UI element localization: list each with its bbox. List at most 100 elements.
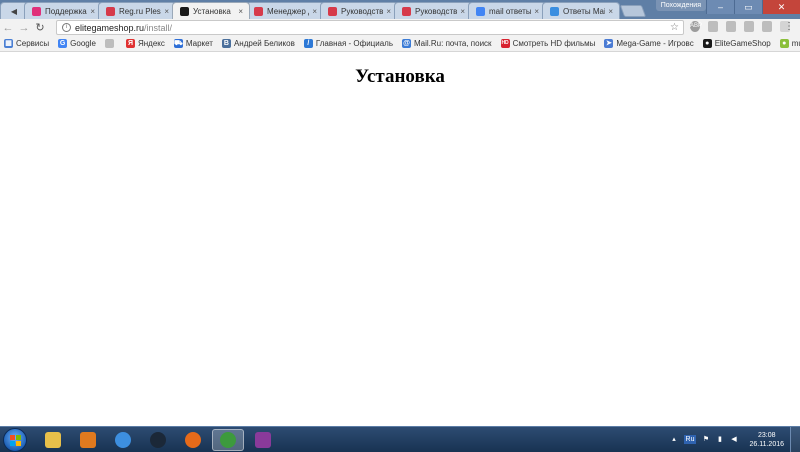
bookmark-star-icon[interactable]: ☆	[670, 21, 679, 34]
tab-close-icon[interactable]: ×	[312, 7, 317, 16]
menu-icon[interactable]: ⋮	[784, 21, 794, 33]
bookmark-label: Mail.Ru: почта, поиск	[414, 39, 492, 48]
tab-label: Ответы Mail	[563, 6, 606, 16]
tab-label: mail ответы	[489, 6, 532, 16]
extension-icon-4[interactable]	[762, 21, 772, 32]
start-button[interactable]	[3, 428, 27, 452]
extension-icon-3[interactable]	[744, 21, 754, 32]
bookmark-7[interactable]: / Главная - Официаль	[303, 39, 393, 48]
bookmark-9[interactable]: HD Смотреть HD фильмы	[500, 39, 595, 48]
market-cart-icon: ⛟	[173, 39, 183, 48]
tab-2[interactable]: Reg.ru Plesk ×	[98, 2, 176, 19]
bookmark-label: Google	[70, 39, 96, 48]
back-arrow-icon: ◀	[10, 6, 18, 16]
url-domain: elitegameshop.ru	[75, 22, 145, 33]
system-tray: ▴ Ru ⚑ ▮ ◀ 23:08 26.11.2016	[670, 427, 800, 452]
taskbar-chrome[interactable]	[212, 429, 244, 451]
megagame-icon: ➤	[604, 39, 614, 48]
tab-close-icon[interactable]: ×	[238, 7, 243, 16]
regru-icon	[254, 6, 263, 16]
maximize-button[interactable]: ▭	[734, 0, 762, 14]
elitegameshop-icon: ●	[702, 39, 712, 48]
bookmark-12[interactable]: ●mulakasakks	[779, 39, 800, 48]
flag-icon[interactable]: ⚑	[701, 435, 710, 444]
extension-icon-1[interactable]	[708, 21, 718, 32]
reload-button[interactable]: ↻	[32, 20, 48, 35]
reload-icon: ↻	[35, 22, 45, 34]
hd-icon: HD	[500, 39, 510, 48]
volume-icon[interactable]: ◀	[729, 435, 738, 444]
info-icon[interactable]: i	[62, 23, 71, 32]
taskbar: ▴ Ru ⚑ ▮ ◀ 23:08 26.11.2016	[0, 426, 800, 452]
extension-icon-2[interactable]	[726, 21, 736, 32]
browser-toolbar: ← → ↻ i elitegameshop.ru /install/ ☆ ABP…	[0, 19, 800, 36]
tray-arrow-icon[interactable]: ▴	[670, 435, 679, 444]
new-tab-button[interactable]	[619, 5, 647, 17]
tab-close-icon[interactable]: ×	[608, 7, 613, 16]
tab-close-icon[interactable]: ×	[386, 7, 391, 16]
tab-5[interactable]: Руководство ×	[320, 2, 398, 19]
chrome-icon	[220, 432, 236, 448]
taskbar-firefox[interactable]	[177, 429, 209, 451]
language-indicator[interactable]: Ru	[683, 435, 697, 444]
media-player-icon	[80, 432, 96, 448]
winrar-icon	[255, 432, 271, 448]
clock[interactable]: 23:08 26.11.2016	[749, 431, 784, 449]
minimize-button[interactable]: –	[706, 0, 734, 14]
tab-label: Руководство	[415, 6, 458, 16]
bookmark-1[interactable]: ▦ Сервисы	[4, 39, 49, 48]
tab-7[interactable]: mail ответы ×	[468, 2, 546, 19]
tab-close-icon[interactable]: ×	[460, 7, 465, 16]
taskbar-media-player[interactable]	[72, 429, 104, 451]
taskbar-steam[interactable]	[142, 429, 174, 451]
bookmark-label: Mega-Game - Игровс	[616, 39, 694, 48]
mulakasakks-icon: ●	[779, 39, 789, 48]
back-button[interactable]: ←	[0, 20, 16, 35]
tab-close-icon[interactable]: ×	[164, 7, 169, 16]
close-window-button[interactable]: ✕	[762, 0, 800, 14]
tab-close-icon[interactable]: ×	[90, 7, 95, 16]
bookmark-11[interactable]: ● EliteGameShop	[702, 39, 771, 48]
bookmark-5[interactable]: ⛟ Маркет	[173, 39, 213, 48]
tab-close-icon[interactable]: ×	[534, 7, 539, 16]
bookmark-3[interactable]	[104, 39, 117, 48]
forward-button[interactable]: →	[16, 20, 32, 35]
explorer-icon	[45, 432, 61, 448]
adblock-icon[interactable]: ABP	[690, 21, 702, 32]
bookmark-label: Маркет	[185, 39, 213, 48]
tab-label: Руководство	[341, 6, 384, 16]
show-desktop-button[interactable]	[790, 427, 800, 452]
network-icon[interactable]: ▮	[715, 435, 724, 444]
bookmark-6[interactable]: В Андрей Беликов	[221, 39, 295, 48]
bookmark-label: mulakasakks	[791, 39, 800, 48]
taskbar-winrar[interactable]	[247, 429, 279, 451]
bookmark-2[interactable]: G Google	[58, 39, 96, 48]
tab-strip: ◀ Поддержка × Reg.ru Plesk × Установка × Менед…	[0, 0, 800, 19]
tab-label: Менеджер д	[267, 6, 310, 16]
bookmark-8[interactable]: @ Mail.Ru: почта, поиск	[402, 39, 492, 48]
taskbar-vk[interactable]	[107, 429, 139, 451]
tab-1[interactable]: Поддержка ×	[24, 2, 102, 19]
tab-3[interactable]: Установка ×	[172, 2, 250, 19]
mailru-icon: @	[402, 39, 411, 48]
tab-6[interactable]: Руководство ×	[394, 2, 472, 19]
bookmark-4[interactable]: Я Яндекс	[125, 39, 165, 48]
parallels-icon	[402, 6, 411, 16]
windows-logo-icon	[10, 435, 21, 446]
window-controls: – ▭ ✕	[706, 0, 800, 14]
tab-8[interactable]: Ответы Mail ×	[542, 2, 620, 19]
page-icon	[104, 39, 114, 48]
support-icon	[32, 6, 41, 16]
bookmark-label: EliteGameShop	[714, 39, 771, 48]
yandex-icon: Я	[125, 39, 135, 48]
tab-label: Reg.ru Plesk	[119, 6, 162, 16]
address-bar[interactable]: i elitegameshop.ru /install/ ☆	[56, 20, 684, 35]
forward-arrow-icon: →	[18, 21, 30, 34]
bookmark-10[interactable]: ➤ Mega-Game - Игровс	[604, 39, 694, 48]
elitegameshop-icon	[180, 6, 189, 16]
official-icon: /	[303, 39, 313, 48]
page-content: Установка	[0, 53, 800, 426]
tab-4[interactable]: Менеджер д ×	[246, 2, 324, 19]
profile-name[interactable]: Похождения	[655, 0, 706, 11]
taskbar-explorer[interactable]	[37, 429, 69, 451]
